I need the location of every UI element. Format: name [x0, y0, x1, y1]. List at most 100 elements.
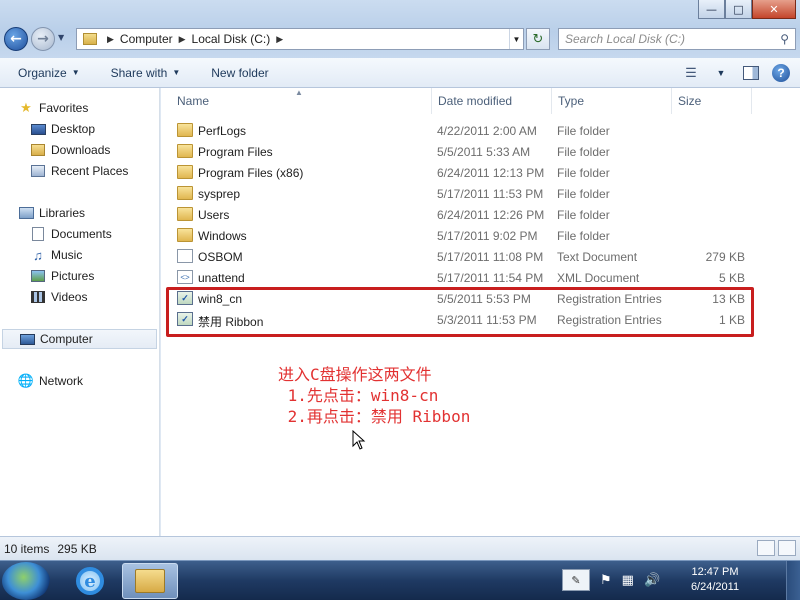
nav-label: Libraries — [39, 206, 86, 220]
folder-icon — [177, 144, 193, 158]
annotation-line: 1.先点击：win8-cn — [278, 386, 439, 405]
internet-explorer-icon: e — [76, 567, 104, 595]
clock[interactable]: 12:47 PM 6/24/2011 — [680, 565, 750, 595]
folder-icon — [177, 165, 193, 179]
organize-button[interactable]: Organize ▼ — [0, 58, 89, 87]
nav-label: Pictures — [51, 269, 95, 283]
help-button[interactable]: ? — [770, 62, 792, 84]
forward-button[interactable]: → — [31, 27, 55, 51]
details-view-toggle[interactable] — [757, 540, 775, 556]
column-header-type[interactable]: Type — [552, 88, 672, 114]
nav-computer[interactable]: Computer — [2, 329, 157, 349]
address-bar[interactable]: ▶ Computer ▶ Local Disk (C:) ▶ ▼ — [76, 28, 524, 50]
navigation-pane: ★ Favorites Desktop Downloads Recent Pla… — [0, 88, 160, 536]
column-header-size[interactable]: Size — [672, 88, 752, 114]
clock-date: 6/24/2011 — [690, 581, 740, 593]
xml-document-icon: <> — [177, 270, 193, 284]
music-icon: ♫ — [33, 247, 43, 263]
file-row[interactable]: OSBOM 5/17/2011 11:08 PM Text Document 2… — [161, 246, 751, 267]
file-row[interactable]: Windows 5/17/2011 9:02 PM File folder — [161, 225, 751, 246]
new-folder-label: New folder — [211, 65, 269, 80]
file-date: 5/17/2011 11:54 PM — [437, 271, 544, 285]
nav-favorites[interactable]: ★ Favorites — [18, 98, 176, 118]
videos-icon — [30, 290, 46, 304]
minimize-button[interactable]: — — [698, 0, 725, 19]
breadcrumb-computer[interactable]: Computer — [120, 32, 173, 46]
nav-label: Favorites — [39, 101, 89, 115]
taskbar-internet-explorer[interactable]: e — [62, 563, 118, 599]
desktop-icon — [30, 122, 46, 136]
breadcrumb-chevron-icon[interactable]: ▶ — [107, 34, 114, 45]
share-with-button[interactable]: Share with ▼ — [89, 58, 190, 87]
address-dropdown-icon[interactable]: ▼ — [509, 29, 523, 49]
file-row[interactable]: sysprep 5/17/2011 11:53 PM File folder — [161, 183, 751, 204]
file-type: XML Document — [557, 271, 640, 285]
change-view-button[interactable]: ☰ — [680, 62, 702, 84]
maximize-button[interactable]: □ — [725, 0, 752, 19]
search-input[interactable]: Search Local Disk (C:) ⚲ — [558, 28, 796, 50]
nav-label: Documents — [51, 227, 112, 241]
file-row[interactable]: Program Files (x86) 6/24/2011 12:13 PM F… — [161, 162, 751, 183]
file-row[interactable]: <> unattend 5/17/2011 11:54 PM XML Docum… — [161, 267, 751, 288]
refresh-button[interactable]: ↻ — [526, 28, 550, 50]
item-count: 10 items — [4, 541, 50, 556]
sort-ascending-icon: ▲ — [295, 88, 303, 97]
file-row[interactable]: Program Files 5/5/2011 5:33 AM File fold… — [161, 141, 751, 162]
file-date: 5/5/2011 5:33 AM — [437, 145, 531, 159]
windows-explorer-icon — [135, 569, 165, 593]
title-bar: — □ ✕ ← → ▼ ▶ Computer ▶ Local Disk (C:)… — [0, 0, 800, 58]
help-icon: ? — [772, 64, 790, 82]
file-row[interactable]: Users 6/24/2011 12:26 PM File folder — [161, 204, 751, 225]
documents-icon — [30, 227, 46, 241]
folder-icon — [177, 207, 193, 221]
breadcrumb-local-disk[interactable]: Local Disk (C:) — [192, 32, 271, 46]
nav-label: Music — [51, 248, 83, 262]
network-status-icon[interactable]: ▦ — [622, 573, 634, 588]
new-folder-button[interactable]: New folder — [189, 58, 277, 87]
annotation-line: 进入C盘操作这两文件 — [278, 365, 432, 384]
highlight-box — [166, 287, 754, 337]
file-size: 279 KB — [705, 250, 745, 264]
column-header-date[interactable]: Date modified — [432, 88, 552, 114]
column-header-name[interactable]: Name ▲ — [171, 88, 432, 114]
details-view-icon: ☰ — [685, 65, 697, 80]
computer-icon — [19, 332, 35, 346]
breadcrumb-chevron-icon[interactable]: ▶ — [276, 34, 283, 45]
recent-pages-button[interactable]: ▼ — [58, 33, 64, 42]
volume-icon[interactable]: 🔊 — [644, 573, 660, 588]
folder-icon — [177, 123, 193, 137]
nav-label: Computer — [40, 332, 93, 346]
breadcrumb-chevron-icon[interactable]: ▶ — [179, 34, 186, 45]
annotation-text: 进入C盘操作这两文件 1.先点击：win8-cn 2.再点击：禁用 Ribbon — [278, 364, 470, 427]
column-label: Name — [177, 94, 210, 108]
computer-location-icon — [83, 33, 97, 45]
nav-label: Desktop — [51, 122, 96, 136]
folder-icon — [177, 228, 193, 242]
nav-network[interactable]: 🌐 Network — [18, 371, 176, 391]
close-button[interactable]: ✕ — [752, 0, 796, 19]
file-type: File folder — [557, 124, 610, 138]
libraries-icon — [18, 206, 34, 220]
view-options-button[interactable]: ▼ — [710, 62, 732, 84]
file-name: Program Files (x86) — [198, 166, 304, 180]
taskbar: e ✎ ⚑ ▦ 🔊 12:47 PM 6/24/2011 — [0, 560, 800, 600]
flag-icon[interactable]: ⚑ — [600, 573, 612, 588]
nav-libraries[interactable]: Libraries — [18, 203, 176, 223]
file-date: 5/17/2011 11:53 PM — [437, 187, 544, 201]
large-icons-view-toggle[interactable] — [778, 540, 796, 556]
start-button[interactable] — [2, 562, 50, 600]
column-label: Size — [678, 94, 702, 108]
input-method-icon[interactable]: ✎ — [562, 569, 590, 591]
file-type: File folder — [557, 145, 610, 159]
show-desktop-button[interactable] — [786, 561, 800, 600]
chevron-down-icon: ▼ — [716, 68, 726, 78]
file-name: OSBOM — [198, 250, 243, 264]
taskbar-windows-explorer[interactable] — [122, 563, 178, 599]
file-date: 6/24/2011 12:26 PM — [437, 208, 545, 222]
file-row[interactable]: PerfLogs 4/22/2011 2:00 AM File folder — [161, 120, 751, 141]
search-placeholder: Search Local Disk (C:) — [565, 32, 686, 46]
file-name: Windows — [198, 229, 247, 243]
back-button[interactable]: ← — [4, 27, 28, 51]
file-type: File folder — [557, 229, 610, 243]
preview-pane-button[interactable] — [740, 62, 762, 84]
